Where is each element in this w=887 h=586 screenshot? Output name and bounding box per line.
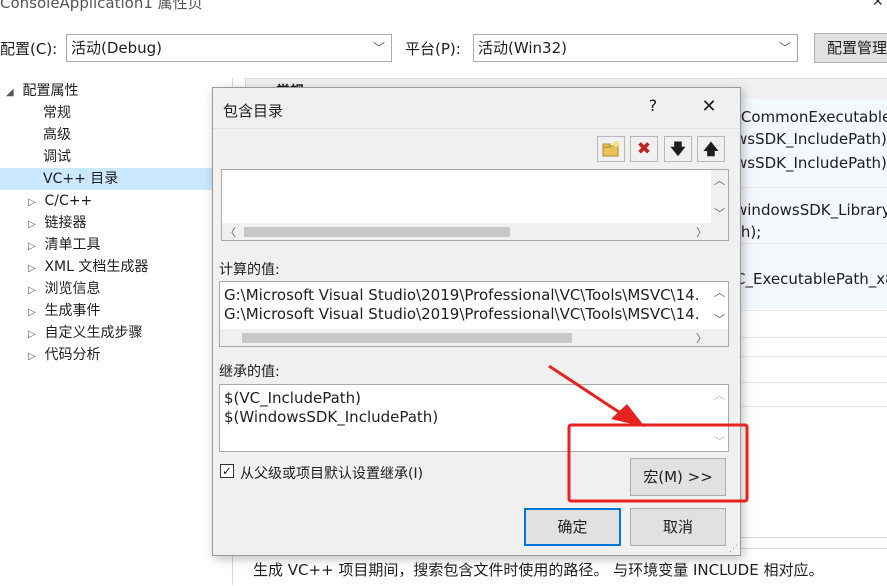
tree-item-advanced[interactable]: 高级 xyxy=(43,124,71,146)
config-label: 配置(C): xyxy=(0,40,58,58)
scroll-left-icon[interactable]: 〈 xyxy=(222,224,239,240)
new-folder-icon xyxy=(602,141,619,157)
tree-item-label: 链接器 xyxy=(44,215,87,231)
tree-item-label: 代码分析 xyxy=(44,347,101,363)
platform-label: 平台(P): xyxy=(405,40,461,58)
horizontal-scrollbar[interactable]: 〉 xyxy=(220,329,728,346)
config-select-value: 活动(Debug) xyxy=(71,39,163,57)
tree-root-label: 配置属性 xyxy=(22,83,79,99)
tree-item-custom-build[interactable]: ▷ 自定义生成步骤 xyxy=(28,322,142,344)
horizontal-scrollbar[interactable]: 〈 〉 xyxy=(222,223,728,240)
include-dirs-dialog: 包含目录 ? ✕ ✖ 🡇 🡅 ︿ ﹀ 〈 〉 计算的值: G:\Microsof… xyxy=(212,87,741,556)
tree-item-label: 调试 xyxy=(43,149,71,165)
new-line-button[interactable] xyxy=(597,136,625,162)
inherited-value-line: $(VC_IncludePath) xyxy=(224,389,362,407)
tree-root-config-properties[interactable]: ◢ 配置属性 xyxy=(6,80,78,102)
property-value[interactable]: C_ExecutablePath_x8 xyxy=(735,270,887,288)
tree-item-label: C/C++ xyxy=(44,193,93,209)
inherit-checkbox-label[interactable]: 从父级或项目默认设置继承(I) xyxy=(240,463,423,483)
scroll-down-icon[interactable]: ﹀ xyxy=(711,205,728,221)
tree-item-browse-info[interactable]: ▷ 浏览信息 xyxy=(28,278,100,300)
property-value[interactable]: (CommonExecutable xyxy=(735,108,887,126)
window-close-icon[interactable]: ✕ xyxy=(872,0,884,10)
tree-item-label: 自定义生成步骤 xyxy=(44,325,143,341)
dialog-title: 包含目录 xyxy=(223,102,284,120)
delete-x-icon: ✖ xyxy=(636,139,652,159)
move-down-button[interactable]: 🡇 xyxy=(664,136,692,162)
resize-grip-icon[interactable]: ⋰ xyxy=(729,545,738,554)
tree-item-label: VC++ 目录 xyxy=(43,171,119,187)
config-select[interactable]: 活动(Debug) ﹀ xyxy=(66,34,392,62)
property-value[interactable]: wsSDK_IncludePath); xyxy=(735,130,887,148)
inherited-value-line: $(WindowsSDK_IncludePath) xyxy=(224,408,439,426)
arrow-down-icon: 🡇 xyxy=(670,140,686,158)
scroll-up-icon[interactable]: ︿ xyxy=(711,172,728,188)
scroll-up-icon[interactable]: ︿ xyxy=(711,387,728,403)
expand-triangle-icon[interactable]: ▷ xyxy=(28,236,40,258)
expand-triangle-icon[interactable]: ▷ xyxy=(28,324,40,346)
inherited-values-label: 继承的值: xyxy=(219,364,280,380)
property-value[interactable]: windowsSDK_LibraryPat xyxy=(735,201,887,219)
scroll-thumb[interactable] xyxy=(242,333,572,343)
scroll-up-icon[interactable]: ︿ xyxy=(711,284,728,300)
macros-button[interactable]: 宏(M) >> xyxy=(630,458,726,496)
computed-value-line: G:\Microsoft Visual Studio\2019\Professi… xyxy=(224,305,700,323)
config-manager-button[interactable]: 配置管理 xyxy=(814,33,887,63)
tree-item-general[interactable]: 常规 xyxy=(43,102,71,124)
dialog-close-button[interactable]: ✕ xyxy=(697,96,721,117)
ok-button[interactable]: 确定 xyxy=(524,508,621,546)
computed-values-box: G:\Microsoft Visual Studio\2019\Professi… xyxy=(219,281,729,347)
tree-item-code-analysis[interactable]: ▷ 代码分析 xyxy=(28,344,100,366)
vertical-scrollbar[interactable]: ︿ ﹀ xyxy=(711,385,728,451)
computed-value-line: G:\Microsoft Visual Studio\2019\Professi… xyxy=(224,286,700,304)
arrow-up-icon: 🡅 xyxy=(703,140,719,158)
tree-item-debugging[interactable]: 调试 xyxy=(43,146,71,168)
tree-item-manifest-tool[interactable]: ▷ 清单工具 xyxy=(28,234,100,256)
expand-triangle-icon[interactable]: ▷ xyxy=(28,258,40,280)
move-up-button[interactable]: 🡅 xyxy=(697,136,725,162)
tree-item-label: 高级 xyxy=(43,127,71,143)
scroll-right-icon[interactable]: 〉 xyxy=(693,224,710,240)
scroll-down-icon[interactable]: ﹀ xyxy=(711,433,728,449)
expand-triangle-icon[interactable]: ▷ xyxy=(28,302,40,324)
tree-item-label: XML 文档生成器 xyxy=(44,259,149,275)
tree-panel: ◢ 配置属性 常规 高级 调试 VC++ 目录 ▷ C/C++ ▷ 链接器 ▷ … xyxy=(0,78,233,585)
description-text: 生成 VC++ 项目期间，搜索包含文件时使用的路径。 与环境变量 INCLUDE… xyxy=(253,561,824,579)
property-value[interactable]: wsSDK_IncludePath); xyxy=(735,154,887,172)
tree-item-label: 常规 xyxy=(43,105,71,121)
tree-item-label: 浏览信息 xyxy=(44,281,101,297)
scroll-down-icon[interactable]: ﹀ xyxy=(711,311,728,327)
vertical-scrollbar[interactable]: ︿ ﹀ xyxy=(711,170,728,223)
expand-triangle-icon[interactable]: ▷ xyxy=(28,280,40,302)
cancel-button[interactable]: 取消 xyxy=(630,508,726,546)
tree-item-label: 清单工具 xyxy=(44,237,101,253)
expand-triangle-icon[interactable]: ▷ xyxy=(28,346,40,368)
tree-item-linker[interactable]: ▷ 链接器 xyxy=(28,212,86,234)
vertical-scrollbar[interactable]: ︿ ﹀ xyxy=(711,282,728,329)
tree-item-build-events[interactable]: ▷ 生成事件 xyxy=(28,300,100,322)
scroll-right-icon[interactable]: 〉 xyxy=(693,330,710,346)
platform-select[interactable]: 活动(Win32) ﹀ xyxy=(473,34,798,62)
include-dirs-list[interactable]: ︿ ﹀ 〈 〉 xyxy=(221,169,729,241)
inherit-checkbox[interactable]: ✓ xyxy=(220,464,234,478)
collapse-triangle-icon[interactable]: ◢ xyxy=(6,82,18,104)
chevron-down-icon: ﹀ xyxy=(778,41,791,55)
tree-item-vc-directories[interactable]: VC++ 目录 xyxy=(0,168,231,190)
tree-item-label: 生成事件 xyxy=(44,303,101,319)
checkmark-icon: ✓ xyxy=(221,464,233,478)
help-button[interactable]: ? xyxy=(643,96,663,115)
expand-triangle-icon[interactable]: ▷ xyxy=(28,192,40,214)
inherited-values-box: $(VC_IncludePath) $(WindowsSDK_IncludePa… xyxy=(219,384,729,452)
delete-line-button[interactable]: ✖ xyxy=(630,136,658,162)
window-title: ConsoleApplication1 属性页 xyxy=(0,0,203,12)
tree-item-c-cpp[interactable]: ▷ C/C++ xyxy=(28,190,92,212)
computed-values-label: 计算的值: xyxy=(219,262,280,278)
dialog-title-divider xyxy=(213,128,740,129)
chevron-down-icon: ﹀ xyxy=(372,41,385,55)
tree-item-xml-doc[interactable]: ▷ XML 文档生成器 xyxy=(28,256,148,278)
expand-triangle-icon[interactable]: ▷ xyxy=(28,214,40,236)
scroll-thumb[interactable] xyxy=(244,227,510,237)
platform-select-value: 活动(Win32) xyxy=(478,39,567,57)
